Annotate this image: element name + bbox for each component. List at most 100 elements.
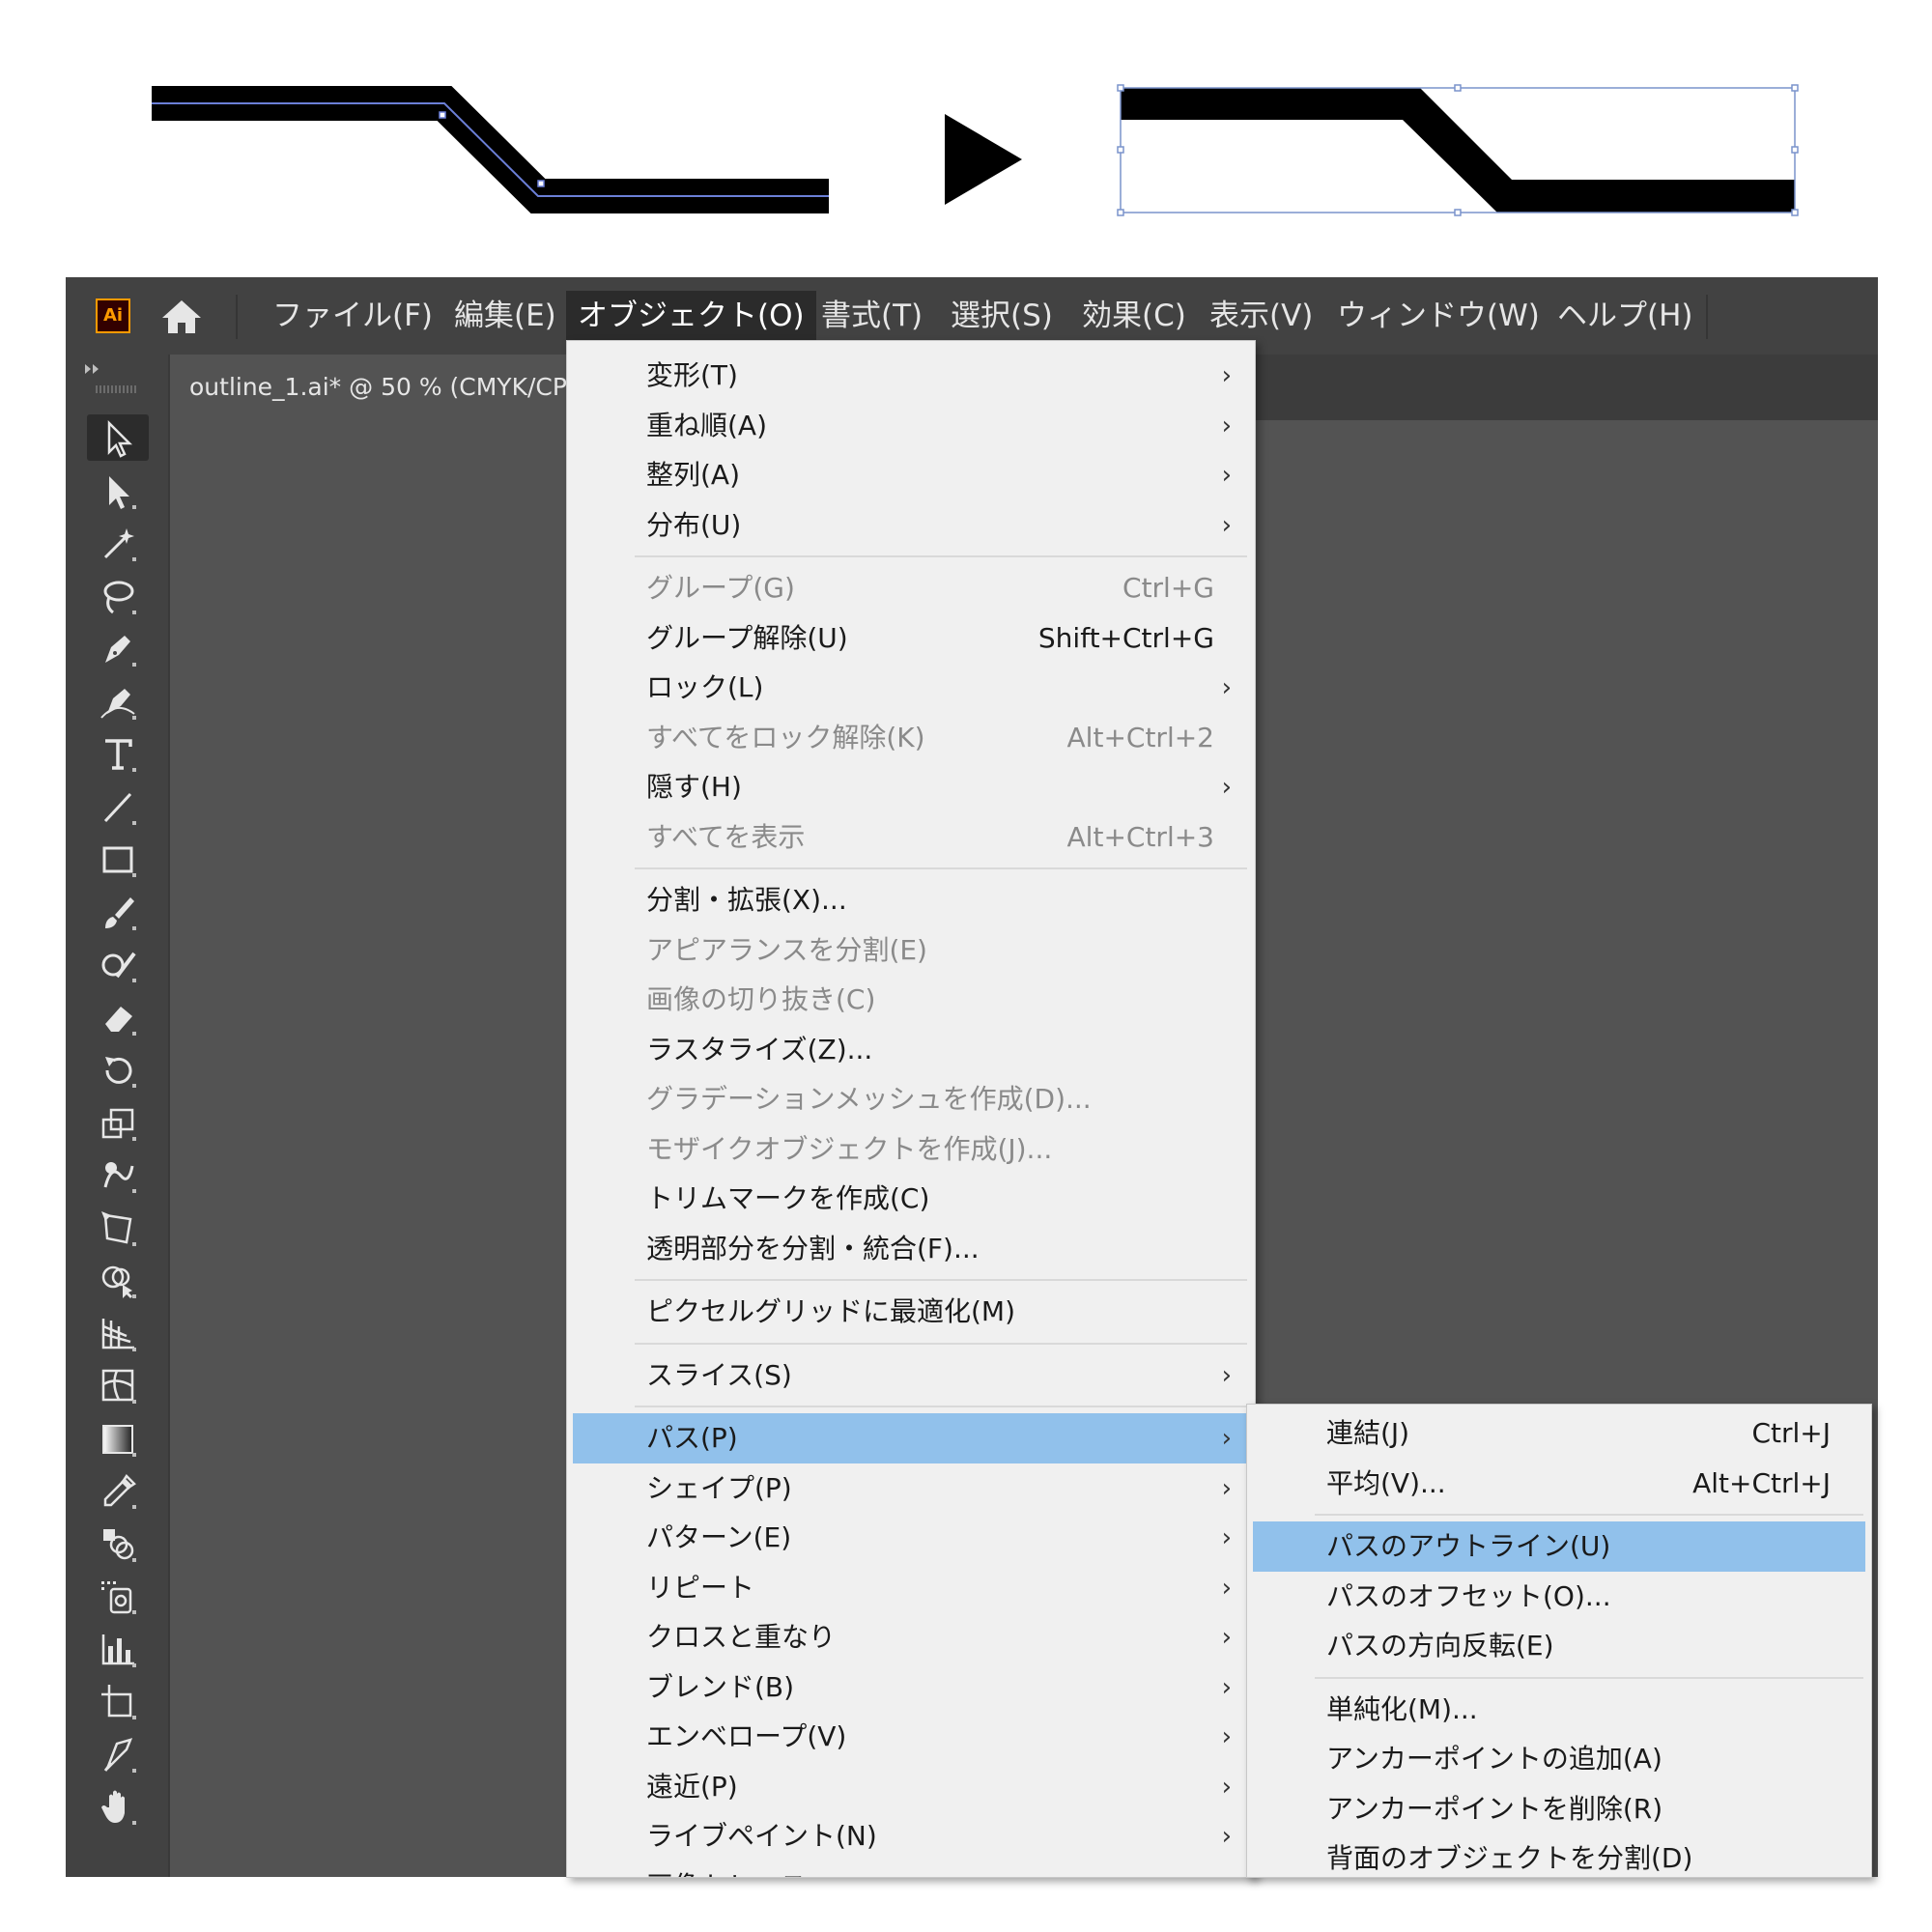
menu-item-label: パスの方向反転(E) [1326, 1630, 1554, 1662]
object-menu-item[interactable]: 画像トレース › [573, 1861, 1249, 1878]
menu-item-shortcut: Ctrl+J [1751, 1417, 1831, 1449]
path-submenu-item[interactable]: パスの方向反転(E) [1253, 1621, 1865, 1671]
object-menu-item[interactable]: 分布(U) › [573, 500, 1249, 551]
menu-separator [635, 1406, 1247, 1407]
curvature-tool-icon[interactable] [87, 678, 149, 724]
menu-item-label: 変形(T) [646, 359, 738, 391]
path-submenu-item[interactable]: 背面のオブジェクトを分割(D) [1253, 1833, 1865, 1877]
object-menu-item[interactable]: クロスと重なり › [573, 1612, 1249, 1662]
perspective-grid-tool-icon[interactable] [87, 1310, 149, 1356]
path-submenu-item[interactable]: 連結(J) Ctrl+J [1253, 1408, 1865, 1459]
menu-view[interactable]: 表示(V) [1198, 291, 1324, 341]
path-submenu-item[interactable]: パスのアウトライン(U) [1253, 1521, 1865, 1572]
menu-file[interactable]: ファイル(F) [261, 291, 444, 341]
object-menu-item[interactable]: ラスタライズ(Z)... [573, 1025, 1249, 1075]
rotate-tool-icon[interactable] [87, 1046, 149, 1093]
menu-select[interactable]: 選択(S) [939, 291, 1065, 341]
scale-tool-icon[interactable] [87, 1099, 149, 1146]
pen-tool-icon[interactable] [87, 625, 149, 671]
magic-wand-tool-icon[interactable] [87, 520, 149, 566]
object-menu-item[interactable]: シェイプ(P) › [573, 1463, 1249, 1514]
selection-tool-icon[interactable] [87, 414, 149, 461]
app-logo: Ai [96, 298, 130, 333]
path-submenu-item[interactable]: 単純化(M)... [1253, 1685, 1865, 1735]
menu-item-label: 連結(J) [1326, 1417, 1410, 1449]
object-menu-item[interactable]: パターン(E) › [573, 1513, 1249, 1563]
menu-item-label: グラデーションメッシュを作成(D)... [646, 1083, 1092, 1115]
collapse-icon[interactable] [66, 355, 168, 395]
object-menu-item[interactable]: すべてを表示 Alt+Ctrl+3 [573, 812, 1249, 863]
object-menu-item[interactable]: グループ解除(U) Shift+Ctrl+G [573, 613, 1249, 664]
home-icon[interactable] [158, 297, 205, 337]
document-tab[interactable]: outline_1.ai* @ 50 % (CMYK/CPU [170, 355, 595, 420]
object-menu-item[interactable]: 分割・拡張(X)... [573, 875, 1249, 925]
object-menu-item[interactable]: 整列(A) › [573, 450, 1249, 500]
panel-header[interactable] [66, 355, 168, 395]
paintbrush-tool-icon[interactable] [87, 889, 149, 935]
path-submenu-item[interactable]: 平均(V)... Alt+Ctrl+J [1253, 1459, 1865, 1509]
rectangle-tool-icon[interactable] [87, 836, 149, 882]
menu-item-label: ピクセルグリッドに最適化(M) [646, 1295, 1016, 1327]
object-menu-item[interactable]: パス(P) › [573, 1413, 1249, 1463]
object-menu-item[interactable]: トリムマークを作成(C) [573, 1174, 1249, 1224]
object-menu-item[interactable]: 画像の切り抜き(C) [573, 975, 1249, 1025]
artboard-tool-icon[interactable] [87, 1678, 149, 1724]
object-menu-item[interactable]: モザイクオブジェクトを作成(J)... [573, 1124, 1249, 1175]
object-menu-item[interactable]: エンベロープ(V) › [573, 1712, 1249, 1762]
object-menu-item[interactable]: ピクセルグリッドに最適化(M) [573, 1287, 1249, 1337]
divider [236, 295, 238, 339]
menu-item-label: すべてをロック解除(K) [646, 721, 925, 753]
eyedropper-tool-icon[interactable] [87, 1467, 149, 1514]
object-menu-item[interactable]: スライス(S) › [573, 1350, 1249, 1401]
object-menu-item[interactable]: 透明部分を分割・統合(F)... [573, 1224, 1249, 1274]
object-menu-item[interactable]: リピート › [573, 1563, 1249, 1613]
menu-item-label: ライブペイント(N) [646, 1820, 877, 1852]
menu-item-shortcut: Ctrl+G [1122, 572, 1214, 604]
eraser-tool-icon[interactable] [87, 994, 149, 1040]
menu-edit[interactable]: 編集(E) [442, 291, 568, 341]
object-menu-item[interactable]: アピアランスを分割(E) [573, 925, 1249, 976]
direct-selection-tool-icon[interactable] [87, 468, 149, 514]
line-segment-tool-icon[interactable] [87, 783, 149, 830]
path-submenu-item[interactable]: アンカーポイントの追加(A) [1253, 1734, 1865, 1784]
menu-type[interactable]: 書式(T) [810, 291, 934, 341]
chevron-right-icon: › [1222, 1861, 1232, 1878]
object-menu-item[interactable]: すべてをロック解除(K) Alt+Ctrl+2 [573, 713, 1249, 763]
menu-item-label: クロスと重なり [646, 1621, 837, 1653]
menu-effect[interactable]: 効果(C) [1070, 291, 1198, 341]
path-submenu-item[interactable]: パスのオフセット(O)... [1253, 1572, 1865, 1622]
chevron-right-icon: › [1221, 461, 1232, 490]
object-menu-item[interactable]: 変形(T) › [573, 351, 1249, 401]
menu-item-label: グループ解除(U) [646, 621, 848, 654]
object-menu-item[interactable]: 隠す(H) › [573, 762, 1249, 812]
menu-help[interactable]: ヘルプ(H) [1546, 291, 1705, 341]
menu-object[interactable]: オブジェクト(O) [566, 291, 816, 341]
shape-builder-tool-icon[interactable] [87, 1257, 149, 1303]
menu-item-label: トリムマークを作成(C) [646, 1182, 930, 1214]
object-menu-item[interactable]: グラデーションメッシュを作成(D)... [573, 1074, 1249, 1124]
column-graph-tool-icon[interactable] [87, 1626, 149, 1672]
object-menu-item[interactable]: グループ(G) Ctrl+G [573, 563, 1249, 613]
free-transform-tool-icon[interactable] [87, 1205, 149, 1251]
symbol-sprayer-tool-icon[interactable] [87, 1573, 149, 1619]
object-menu-item[interactable]: 遠近(P) › [573, 1762, 1249, 1812]
object-menu-item[interactable]: ブレンド(B) › [573, 1662, 1249, 1713]
lasso-tool-icon[interactable] [87, 573, 149, 619]
hand-tool-icon[interactable] [87, 1783, 149, 1830]
path-submenu-item[interactable]: アンカーポイントを削除(R) [1253, 1784, 1865, 1834]
warp-tool-icon[interactable] [87, 1151, 149, 1198]
menu-separator [1315, 1514, 1863, 1516]
menu-item-label: 遠近(P) [646, 1770, 738, 1803]
chevron-right-icon: › [1221, 1822, 1232, 1851]
object-menu-item[interactable]: ロック(L) › [573, 663, 1249, 713]
gradient-tool-icon[interactable] [87, 1415, 149, 1462]
menu-item-shortcut: Alt+Ctrl+3 [1066, 820, 1214, 853]
object-menu-item[interactable]: 重ね順(A) › [573, 401, 1249, 451]
blend-tool-icon[interactable] [87, 1520, 149, 1567]
slice-tool-icon[interactable] [87, 1731, 149, 1777]
mesh-tool-icon[interactable] [87, 1362, 149, 1408]
type-tool-icon[interactable] [87, 730, 149, 777]
shaper-tool-icon[interactable] [87, 941, 149, 987]
object-menu-item[interactable]: ライブペイント(N) › [573, 1811, 1249, 1861]
menu-window[interactable]: ウィンドウ(W) [1325, 291, 1551, 341]
